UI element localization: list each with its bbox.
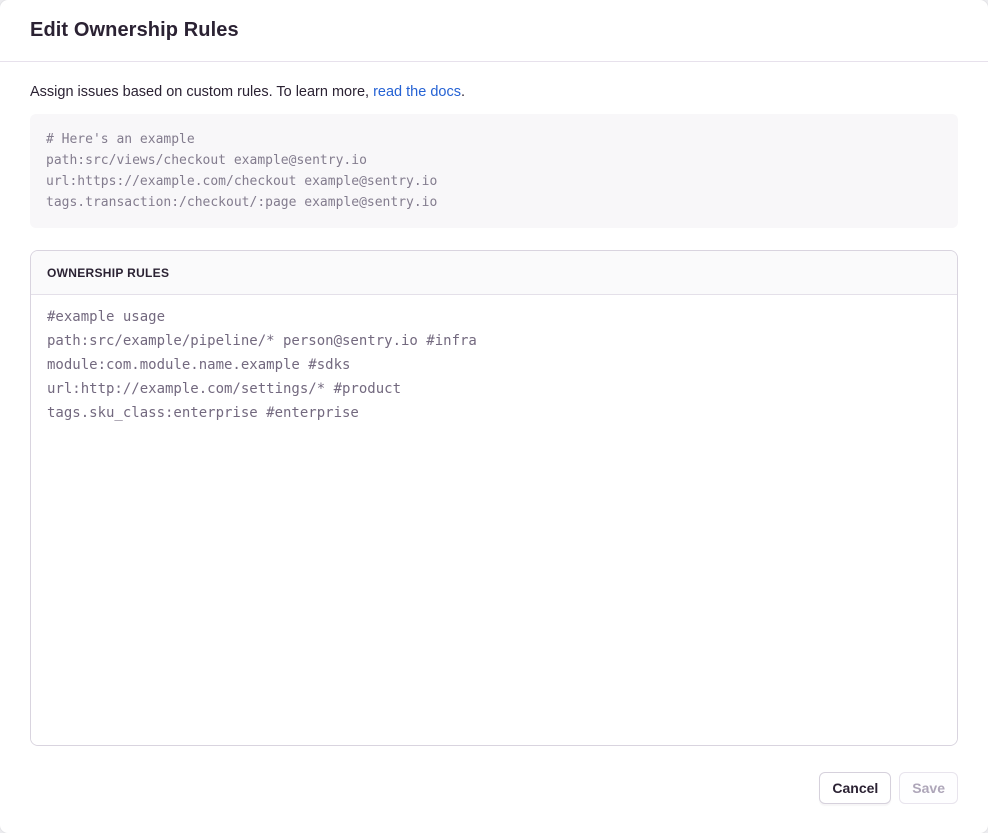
example-code-block: # Here's an example path:src/views/check… xyxy=(30,114,958,228)
ownership-rules-panel-header: OWNERSHIP RULES xyxy=(31,251,957,295)
save-button[interactable]: Save xyxy=(899,772,958,804)
ownership-rules-label: OWNERSHIP RULES xyxy=(47,266,169,280)
edit-ownership-rules-modal: Edit Ownership Rules Assign issues based… xyxy=(0,0,988,833)
ownership-rules-editor[interactable]: #example usage path:src/example/pipeline… xyxy=(31,295,957,745)
description-text: Assign issues based on custom rules. To … xyxy=(30,84,373,100)
screen: Edit Ownership Rules Assign issues based… xyxy=(0,0,988,833)
ownership-rules-panel: OWNERSHIP RULES #example usage path:src/… xyxy=(30,250,958,746)
modal-body: Assign issues based on custom rules. To … xyxy=(0,62,988,833)
cancel-button[interactable]: Cancel xyxy=(819,772,891,804)
description-period: . xyxy=(461,84,465,100)
modal-footer: Cancel Save xyxy=(30,772,958,804)
read-the-docs-link[interactable]: read the docs xyxy=(373,84,461,100)
description: Assign issues based on custom rules. To … xyxy=(30,82,958,102)
modal-header: Edit Ownership Rules xyxy=(0,0,988,62)
modal-title: Edit Ownership Rules xyxy=(30,19,239,42)
